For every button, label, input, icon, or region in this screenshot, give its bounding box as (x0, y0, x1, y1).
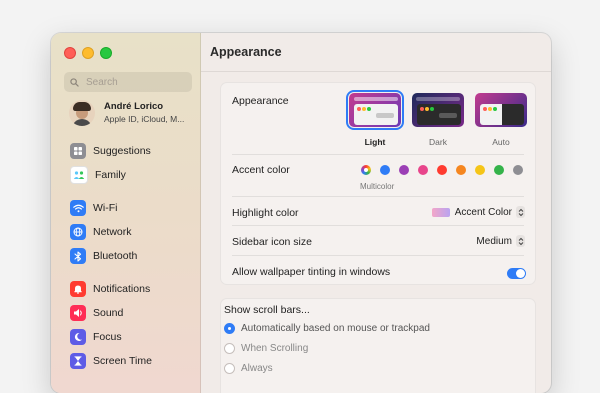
highlight-color-label: Highlight color (232, 207, 299, 219)
account-name: André Lorico (104, 101, 164, 112)
accent-purple-swatch[interactable] (399, 165, 409, 175)
divider (232, 196, 524, 197)
sidebar-item-label: Family (95, 169, 126, 181)
scroll-bars-always-option[interactable]: Always (224, 363, 273, 374)
highlight-color-popup[interactable]: Accent Color (431, 206, 525, 218)
appearance-light-label: Light (364, 137, 386, 147)
content-pane: Appearance Appearance Light Dark Auto Ac… (201, 33, 551, 393)
accent-red-swatch[interactable] (437, 165, 447, 175)
maximize-window-button[interactable] (100, 47, 112, 59)
sidebar-item-label: Focus (93, 331, 122, 343)
family-icon (70, 166, 88, 184)
accent-blue-swatch[interactable] (380, 165, 390, 175)
sidebar-item-label: Bluetooth (93, 250, 138, 262)
apple-id-account[interactable]: André Lorico Apple ID, iCloud, M... (69, 100, 184, 126)
sidebar-icon-size-popup[interactable]: Medium (476, 235, 525, 247)
sidebar-icon-size-label: Sidebar icon size (232, 236, 312, 248)
scroll-bars-group: Show scroll bars... Automatically based … (220, 298, 536, 393)
highlight-color-preview (431, 207, 450, 217)
appearance-light-option[interactable] (346, 90, 404, 130)
wallpaper-tinting-toggle[interactable] (507, 268, 526, 279)
search-icon (70, 77, 79, 87)
search-field[interactable] (64, 72, 192, 92)
accent-color-label: Accent color (232, 164, 290, 176)
sidebar-item-label: Network (93, 226, 132, 238)
sidebar-item-label: Suggestions (93, 145, 151, 157)
sidebar-item-focus[interactable]: Focus (70, 328, 122, 346)
bluetooth-icon (70, 248, 86, 264)
sidebar-item-wifi[interactable]: Wi-Fi (70, 199, 118, 217)
highlight-color-value: Accent Color (454, 206, 512, 218)
sidebar: André Lorico Apple ID, iCloud, M... Sugg… (51, 33, 201, 393)
accent-orange-swatch[interactable] (456, 165, 466, 175)
accent-yellow-swatch[interactable] (475, 165, 485, 175)
window-controls (64, 47, 112, 59)
close-window-button[interactable] (64, 47, 76, 59)
account-subtitle: Apple ID, iCloud, M... (104, 114, 185, 124)
sidebar-item-network[interactable]: Network (70, 223, 132, 241)
accent-graphite-swatch[interactable] (513, 165, 523, 175)
speaker-icon (70, 305, 86, 321)
search-input[interactable] (84, 75, 188, 89)
radio-label: When Scrolling (241, 343, 309, 354)
sidebar-item-bluetooth[interactable]: Bluetooth (70, 247, 137, 265)
bell-icon (70, 281, 86, 297)
divider (232, 154, 524, 155)
accent-pink-swatch[interactable] (418, 165, 428, 175)
scroll-bars-when-scrolling-option[interactable]: When Scrolling (224, 343, 308, 354)
appearance-dark-label: Dark (429, 137, 447, 147)
sidebar-item-family[interactable]: Family (70, 166, 126, 184)
appearance-auto-option[interactable] (475, 93, 527, 127)
titlebar: Appearance (201, 33, 551, 72)
sidebar-item-suggestions[interactable]: Suggestions (70, 142, 151, 160)
divider (232, 255, 524, 256)
show-scroll-bars-label: Show scroll bars... (224, 304, 310, 316)
globe-icon (70, 224, 86, 240)
accent-green-swatch[interactable] (494, 165, 504, 175)
avatar (69, 100, 95, 126)
radio-label: Automatically based on mouse or trackpad (241, 323, 430, 334)
radio-button[interactable] (224, 363, 235, 374)
multicolor-label: Multicolor (360, 182, 395, 191)
suggestions-icon (70, 143, 86, 159)
page-title: Appearance (210, 45, 282, 59)
sidebar-item-label: Notifications (93, 283, 151, 295)
chevron-up-down-icon (516, 206, 525, 218)
chevron-up-down-icon (516, 235, 525, 247)
sidebar-item-label: Sound (93, 307, 124, 319)
settings-window: André Lorico Apple ID, iCloud, M... Sugg… (51, 33, 551, 393)
scroll-bars-automatic-option[interactable]: Automatically based on mouse or trackpad (224, 323, 430, 334)
appearance-auto-label: Auto (492, 137, 510, 147)
sidebar-item-label: Screen Time (93, 355, 152, 367)
moon-icon (70, 329, 86, 345)
radio-label: Always (241, 363, 273, 374)
sidebar-item-sound[interactable]: Sound (70, 304, 123, 322)
appearance-label: Appearance (232, 95, 289, 107)
hourglass-icon (70, 353, 86, 369)
wallpaper-tinting-label: Allow wallpaper tinting in windows (232, 266, 391, 278)
divider (232, 225, 524, 226)
sidebar-item-label: Wi-Fi (93, 202, 118, 214)
sidebar-item-notifications[interactable]: Notifications (70, 280, 150, 298)
radio-button-selected[interactable] (224, 323, 235, 334)
sidebar-item-screen-time[interactable]: Screen Time (70, 352, 152, 370)
accent-multicolor-swatch[interactable] (361, 165, 371, 175)
appearance-settings-group: Appearance Light Dark Auto Accent color … (220, 82, 536, 285)
appearance-dark-option[interactable] (412, 93, 464, 127)
minimize-window-button[interactable] (82, 47, 94, 59)
wifi-icon (70, 200, 86, 216)
radio-button[interactable] (224, 343, 235, 354)
sidebar-icon-size-value: Medium (476, 235, 512, 247)
